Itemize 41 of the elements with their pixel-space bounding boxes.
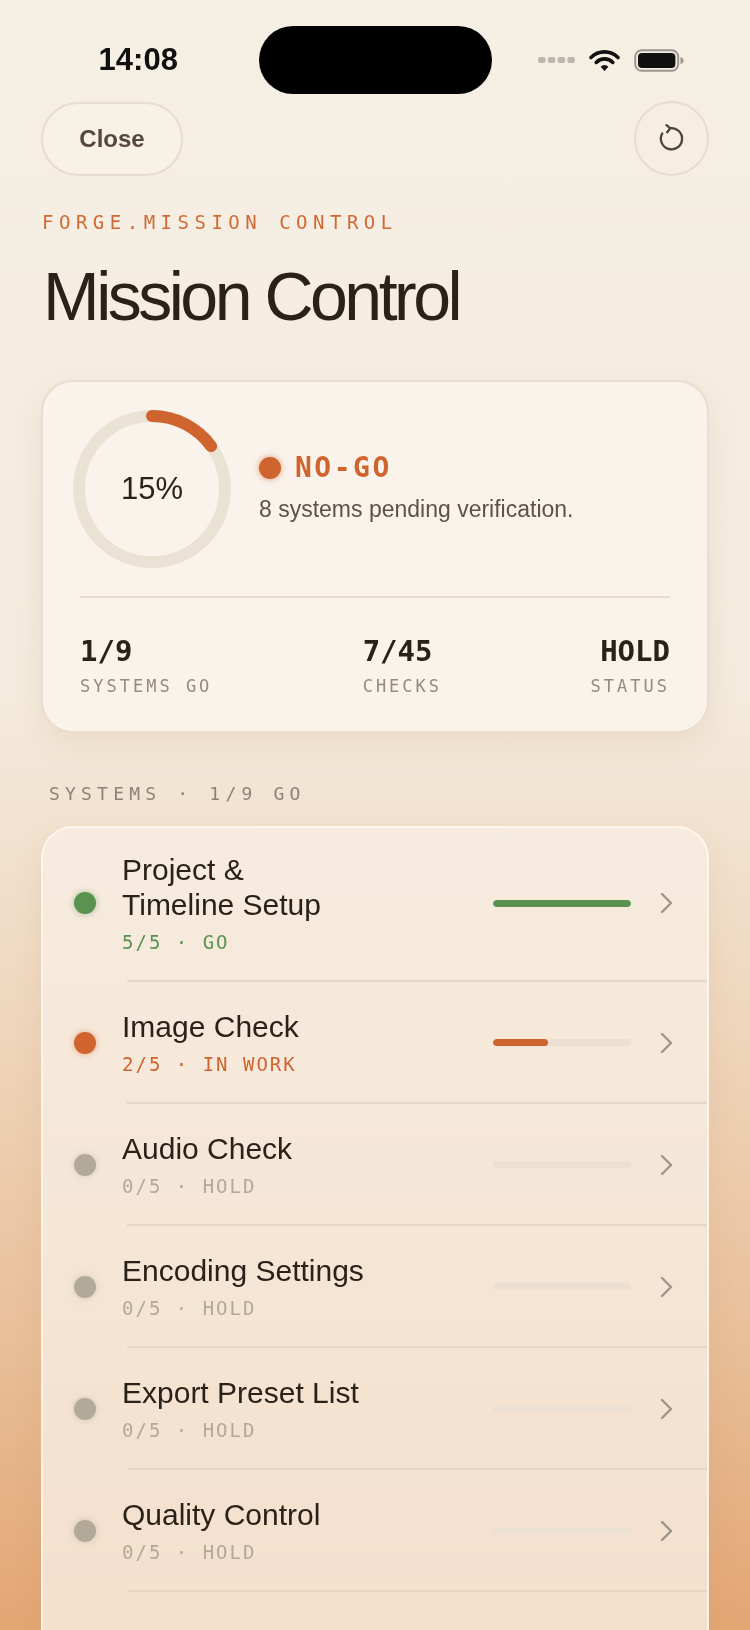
stat-label: SYSTEMS GO [80,675,213,697]
system-title: Quality Control [122,1497,321,1532]
stat-value: HOLD [600,634,670,668]
close-button[interactable]: Close [41,101,183,176]
system-title: Encoding Settings [122,1253,364,1288]
status-label: NO-GO [295,451,392,485]
system-list-item[interactable]: Quality Control 0/5 · HOLD [43,1470,707,1590]
system-status: 0/5 · HOLD [122,1296,257,1320]
system-title: Project & Timeline Setup [122,852,322,922]
chevron-icon [660,1153,673,1176]
system-list-item[interactable]: Project & Timeline Setup 5/5 · GO [43,828,707,980]
system-status: 0/5 · HOLD [122,1418,257,1442]
system-title: Audio Check [122,1131,293,1166]
chevron-icon [660,1397,673,1420]
stat-value: 1/9 [80,634,133,668]
system-status: 5/5 · GO [122,930,230,954]
wifi-icon [588,48,620,72]
system-list-item[interactable]: Image Check 2/5 · IN WORK [43,982,707,1102]
system-title: Export Preset List [122,1375,359,1410]
battery-icon [633,48,684,72]
stat-value: 7/45 [362,634,433,668]
chevron-icon [660,892,673,914]
system-status: 0/5 · HOLD [122,1174,257,1198]
system-list-item[interactable]: Encoding Settings 0/5 · HOLD [43,1226,707,1346]
chevron-icon [660,1275,673,1298]
page-title: Mission Control [43,257,460,336]
system-status: 0/5 · HOLD [122,1540,257,1564]
cellular-signal-icon [537,56,575,64]
system-title: Image Check [122,1009,299,1044]
stat-label: STATUS [590,675,670,697]
chevron-icon [660,1031,673,1054]
chevron-icon [660,1519,673,1542]
system-status: 2/5 · IN WORK [122,1052,297,1076]
progress-percent: 15% [121,471,183,507]
stat-label: CHECKS [362,675,443,697]
status-message: 8 systems pending verification. [259,495,574,523]
system-list-item[interactable]: Export Preset List 0/5 · HOLD [43,1348,707,1468]
system-list-item[interactable]: Audio Check 0/5 · HOLD [43,1104,707,1224]
status-time: 14:08 [97,42,178,78]
section-header: SYSTEMS · 1/9 GO [49,783,306,805]
app-label: FORGE.MISSION CONTROL [42,210,398,234]
